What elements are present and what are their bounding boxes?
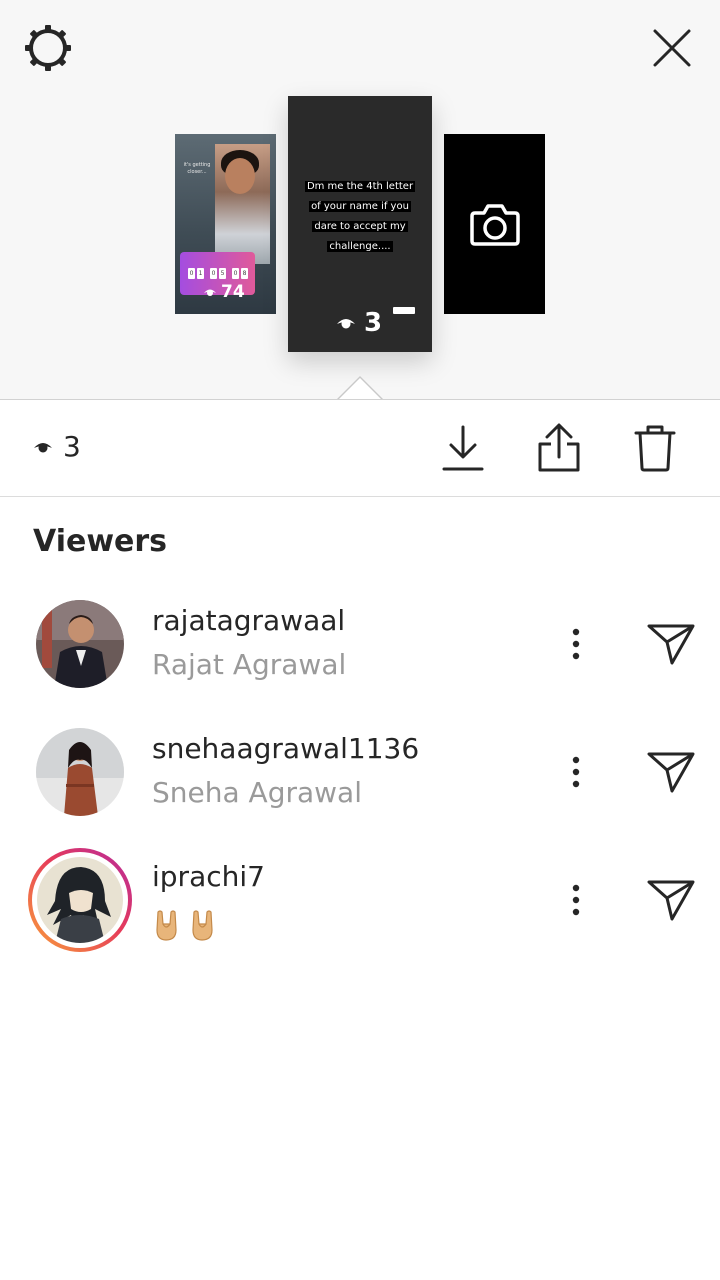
avatar[interactable] (36, 600, 124, 688)
viewer-row[interactable]: snehaagrawal1136 Sneha Agrawal (0, 728, 720, 828)
paper-plane-icon (647, 752, 695, 793)
more-options-button[interactable] (556, 614, 596, 674)
more-vertical-icon (572, 884, 580, 916)
viewer-username[interactable]: iprachi7 (152, 860, 265, 893)
story-sticker-badge (393, 307, 415, 314)
camera-icon (469, 204, 520, 246)
download-icon (442, 425, 484, 471)
paper-plane-icon (647, 624, 695, 665)
countdown-digit: 8 (241, 268, 248, 279)
total-views-number: 3 (63, 430, 81, 463)
total-views: 3 (33, 430, 81, 463)
download-button[interactable] (433, 418, 493, 478)
close-button[interactable] (642, 18, 702, 78)
rock-on-hand-icon (192, 910, 213, 941)
add-story-camera[interactable] (444, 134, 545, 314)
story-tray: it's getting closer... 0 1 0 5 0 8 74 Dm… (0, 0, 720, 401)
eye-icon (34, 442, 52, 452)
share-icon (538, 423, 580, 472)
countdown-digit: 0 (210, 268, 217, 279)
more-vertical-icon (572, 628, 580, 660)
more-options-button[interactable] (556, 742, 596, 802)
viewer-row[interactable]: iprachi7 (0, 848, 720, 956)
send-message-button[interactable] (640, 742, 702, 802)
settings-button[interactable] (18, 18, 78, 78)
story-caption: it's getting closer... (183, 162, 211, 175)
viewer-fullname (152, 908, 218, 942)
more-vertical-icon (572, 756, 580, 788)
story-thumbnail-previous[interactable]: it's getting closer... 0 1 0 5 0 8 74 (175, 134, 276, 314)
story-photo (215, 144, 270, 264)
countdown-digit: 5 (219, 268, 226, 279)
countdown-digit: 1 (197, 268, 204, 279)
avatar[interactable] (37, 857, 123, 943)
story-thumbnail-current[interactable]: Dm me the 4th letter of your name if you… (288, 96, 432, 352)
send-message-button[interactable] (640, 870, 702, 930)
rock-on-hand-icon (156, 910, 177, 941)
viewer-username[interactable]: rajatagrawaal (152, 604, 345, 637)
story-action-bar: 3 (0, 400, 720, 496)
story-view-number: 3 (364, 308, 383, 338)
story-view-count: 74 (203, 282, 245, 302)
story-text: Dm me the 4th letter of your name if you… (302, 174, 418, 254)
share-button[interactable] (529, 418, 589, 478)
eye-icon (337, 319, 355, 329)
viewer-row[interactable]: rajatagrawaal Rajat Agrawal (0, 600, 720, 700)
eye-icon (204, 289, 216, 296)
viewer-username[interactable]: snehaagrawal1136 (152, 732, 419, 765)
close-icon (653, 29, 691, 67)
paper-plane-icon (647, 880, 695, 921)
countdown-digit: 0 (188, 268, 195, 279)
gear-icon (25, 25, 71, 71)
viewer-fullname: Rajat Agrawal (152, 648, 347, 681)
story-text-content: Dm me the 4th letter of your name if you… (304, 181, 416, 252)
send-message-button[interactable] (640, 614, 702, 674)
story-view-number: 74 (221, 282, 245, 302)
divider (0, 496, 720, 497)
story-view-count: 3 (336, 308, 382, 338)
more-options-button[interactable] (556, 870, 596, 930)
avatar[interactable] (36, 728, 124, 816)
viewer-fullname: Sneha Agrawal (152, 776, 362, 809)
countdown-digit: 0 (232, 268, 239, 279)
viewers-heading: Viewers (33, 524, 168, 559)
trash-icon (634, 425, 676, 472)
delete-button[interactable] (625, 418, 685, 478)
